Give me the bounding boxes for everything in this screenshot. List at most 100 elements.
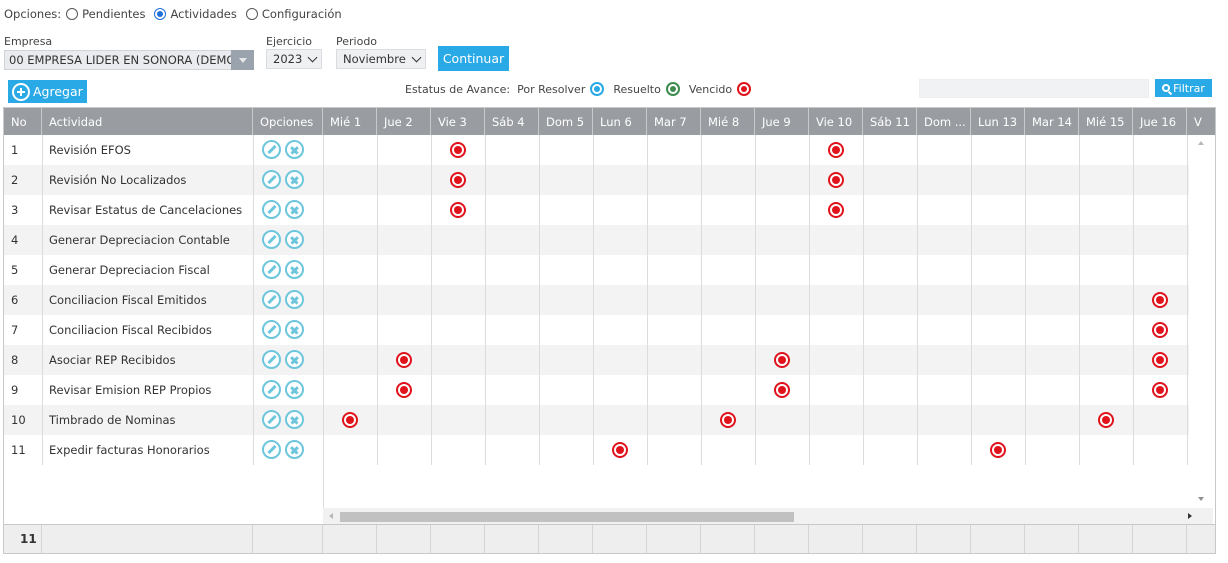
- header-day[interactable]: Sáb 11: [863, 108, 917, 135]
- delete-icon[interactable]: [285, 380, 304, 399]
- delete-icon[interactable]: [285, 320, 304, 339]
- vertical-scrollbar[interactable]: [1192, 135, 1209, 508]
- header-day[interactable]: Dom 5: [539, 108, 593, 135]
- table-row[interactable]: 4 Generar Depreciacion Contable: [4, 225, 1189, 255]
- delete-icon[interactable]: [285, 140, 304, 159]
- filtrar-button[interactable]: Filtrar: [1155, 79, 1212, 97]
- empresa-dropdown-button[interactable]: [231, 50, 254, 70]
- header-day[interactable]: Dom ...: [917, 108, 971, 135]
- vencido-status-icon[interactable]: [612, 442, 628, 458]
- edit-icon[interactable]: [262, 380, 281, 399]
- radio-pendientes[interactable]: [66, 8, 79, 20]
- vencido-status-icon[interactable]: [1098, 412, 1114, 428]
- header-day[interactable]: Mié 8: [701, 108, 755, 135]
- header-day[interactable]: Lun 6: [593, 108, 647, 135]
- delete-icon[interactable]: [285, 290, 304, 309]
- scroll-right-icon[interactable]: [1188, 513, 1192, 519]
- header-actividad[interactable]: Actividad: [42, 108, 253, 135]
- header-day[interactable]: Vie 10: [809, 108, 863, 135]
- empresa-select[interactable]: 00 EMPRESA LIDER EN SONORA (DEMO): [4, 50, 254, 70]
- periodo-select[interactable]: Noviembre: [336, 49, 426, 69]
- scroll-left-icon[interactable]: [329, 513, 333, 519]
- radio-actividades[interactable]: [154, 8, 167, 20]
- table-row[interactable]: 7 Conciliacion Fiscal Recibidos: [4, 315, 1189, 345]
- table-row[interactable]: 11 Expedir facturas Honorarios: [4, 435, 1189, 465]
- table-row[interactable]: 9 Revisar Emision REP Propios: [4, 375, 1189, 405]
- delete-icon[interactable]: [285, 230, 304, 249]
- header-day[interactable]: Mié 1: [323, 108, 377, 135]
- edit-icon[interactable]: [262, 290, 281, 309]
- legend-vencido-label: Vencido: [688, 82, 733, 96]
- header-no[interactable]: No: [4, 108, 42, 135]
- delete-icon[interactable]: [285, 260, 304, 279]
- edit-icon[interactable]: [262, 410, 281, 429]
- edit-icon[interactable]: [262, 320, 281, 339]
- header-day[interactable]: Sáb 4: [485, 108, 539, 135]
- edit-icon[interactable]: [262, 200, 281, 219]
- radio-pendientes-label[interactable]: Pendientes: [82, 7, 145, 21]
- filter-input[interactable]: [919, 79, 1149, 98]
- vencido-status-icon[interactable]: [990, 442, 1006, 458]
- agregar-button[interactable]: Agregar: [8, 80, 87, 103]
- delete-icon[interactable]: [285, 350, 304, 369]
- vencido-status-icon[interactable]: [828, 202, 844, 218]
- delete-icon[interactable]: [285, 440, 304, 459]
- header-day[interactable]: Jue 9: [755, 108, 809, 135]
- continuar-button[interactable]: Continuar: [438, 46, 509, 71]
- header-day[interactable]: Jue 16: [1133, 108, 1187, 135]
- header-day[interactable]: Mar 14: [1025, 108, 1079, 135]
- header-day[interactable]: V: [1187, 108, 1215, 135]
- edit-icon[interactable]: [262, 350, 281, 369]
- vencido-status-icon[interactable]: [450, 202, 466, 218]
- delete-icon[interactable]: [285, 410, 304, 429]
- activity-name: Timbrado de Nominas: [49, 413, 176, 427]
- vencido-status-icon[interactable]: [1152, 292, 1168, 308]
- horizontal-scroll-thumb[interactable]: [340, 512, 794, 522]
- header-day[interactable]: Lun 13: [971, 108, 1025, 135]
- vencido-status-icon[interactable]: [396, 382, 412, 398]
- header-day[interactable]: Vie 3: [431, 108, 485, 135]
- table-row[interactable]: 3 Revisar Estatus de Cancelaciones: [4, 195, 1189, 225]
- table-row[interactable]: 10 Timbrado de Nominas: [4, 405, 1189, 435]
- delete-icon[interactable]: [285, 200, 304, 219]
- header-day[interactable]: Mar 7: [647, 108, 701, 135]
- column-divider: [253, 135, 254, 465]
- horizontal-scrollbar[interactable]: [323, 508, 1213, 525]
- header-day[interactable]: Jue 2: [377, 108, 431, 135]
- vencido-status-icon[interactable]: [774, 382, 790, 398]
- vencido-status-icon[interactable]: [342, 412, 358, 428]
- footer-cell: [809, 525, 863, 553]
- vencido-status-icon[interactable]: [828, 172, 844, 188]
- radio-configuracion[interactable]: [245, 8, 258, 20]
- delete-icon[interactable]: [285, 170, 304, 189]
- vencido-status-icon[interactable]: [1152, 382, 1168, 398]
- radio-configuracion-label[interactable]: Configuración: [262, 7, 342, 21]
- edit-icon[interactable]: [262, 260, 281, 279]
- vencido-status-icon[interactable]: [450, 142, 466, 158]
- edit-icon[interactable]: [262, 230, 281, 249]
- edit-icon[interactable]: [262, 170, 281, 189]
- edit-icon[interactable]: [262, 440, 281, 459]
- table-row[interactable]: 8 Asociar REP Recibidos: [4, 345, 1189, 375]
- ejercicio-select[interactable]: 2023: [266, 49, 322, 69]
- edit-icon[interactable]: [262, 140, 281, 159]
- table-row[interactable]: 6 Conciliacion Fiscal Emitidos: [4, 285, 1189, 315]
- table-row[interactable]: 5 Generar Depreciacion Fiscal: [4, 255, 1189, 285]
- scroll-down-icon[interactable]: [1198, 497, 1204, 501]
- column-divider: [1079, 135, 1080, 465]
- row-number: 7: [11, 323, 19, 337]
- table-row[interactable]: 2 Revisión No Localizados: [4, 165, 1189, 195]
- vencido-status-icon[interactable]: [450, 172, 466, 188]
- vencido-status-icon[interactable]: [1152, 352, 1168, 368]
- header-day[interactable]: Mié 15: [1079, 108, 1133, 135]
- vencido-status-icon[interactable]: [720, 412, 736, 428]
- vencido-status-icon[interactable]: [774, 352, 790, 368]
- vencido-status-icon[interactable]: [828, 142, 844, 158]
- scroll-up-icon[interactable]: [1198, 141, 1204, 145]
- activity-name: Revisión EFOS: [49, 143, 131, 157]
- table-row[interactable]: 1 Revisión EFOS: [4, 135, 1189, 165]
- radio-actividades-label[interactable]: Actividades: [170, 7, 236, 21]
- vencido-status-icon[interactable]: [1152, 322, 1168, 338]
- vencido-status-icon[interactable]: [396, 352, 412, 368]
- header-opciones[interactable]: Opciones: [253, 108, 323, 135]
